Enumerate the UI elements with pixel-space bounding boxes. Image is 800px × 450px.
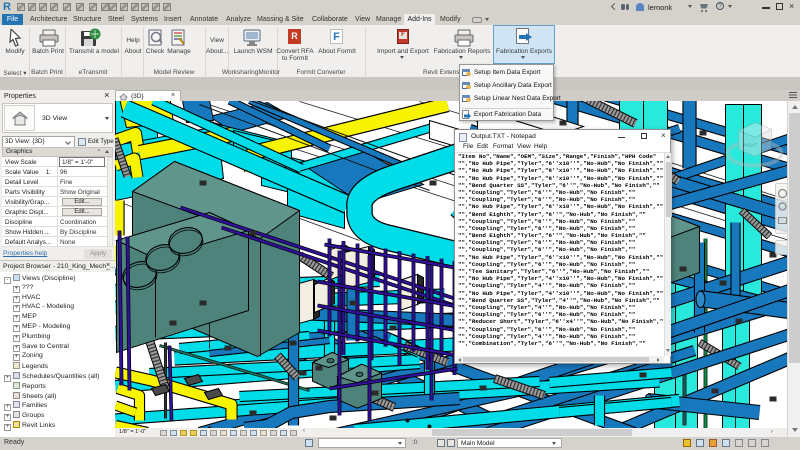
svg-text:RIGHT: RIGHT (744, 143, 758, 148)
